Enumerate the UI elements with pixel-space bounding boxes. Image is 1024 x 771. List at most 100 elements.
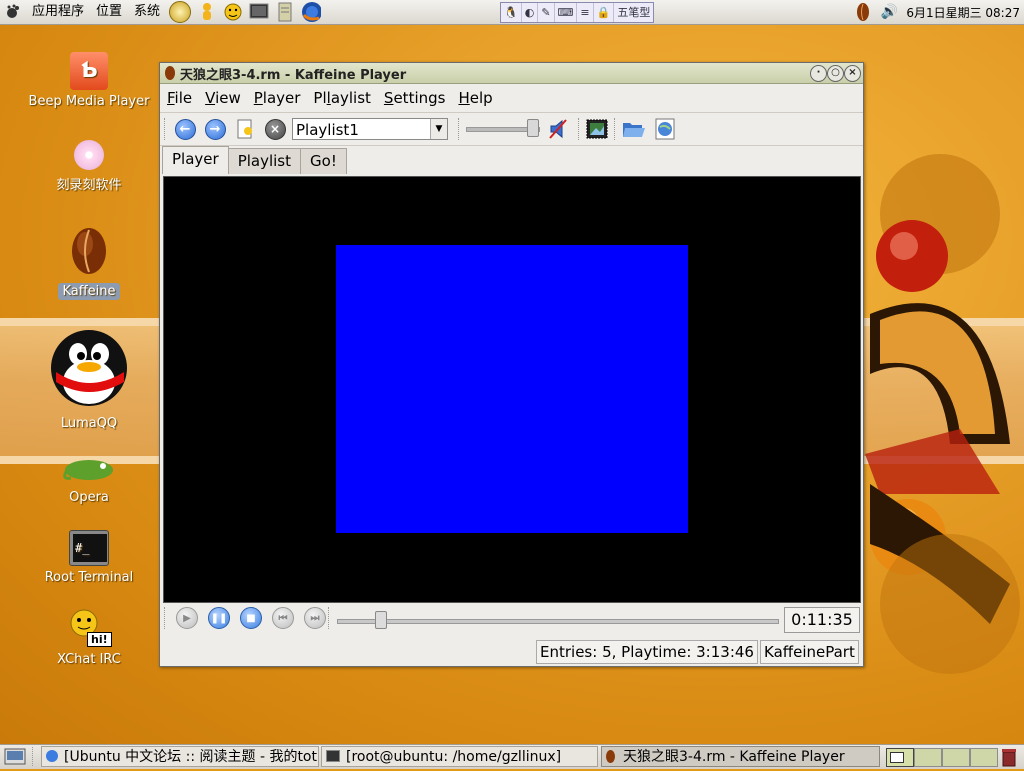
desktop-icon-lumaqq[interactable]: LumaQQ	[19, 324, 159, 431]
menu-places[interactable]: 位置	[90, 0, 128, 24]
globe-document-icon	[655, 118, 675, 140]
desktop-icon-label: Kaffeine	[58, 283, 120, 300]
open-file-button[interactable]	[622, 119, 646, 143]
skip-back-icon: ⏮	[278, 612, 288, 624]
desktop-icon-root-terminal[interactable]: #_ Root Terminal	[19, 530, 159, 585]
trash-icon	[1002, 749, 1016, 767]
menu-view[interactable]: View	[198, 89, 247, 107]
associate-toggle-icon[interactable]: ≡	[577, 3, 594, 22]
kaffeine-bean-icon[interactable]	[164, 65, 176, 81]
elapsed-time[interactable]: 0:11:35	[784, 607, 860, 633]
volume-mute-button[interactable]	[548, 118, 568, 144]
soft-keyboard-icon[interactable]: ⌨	[555, 3, 578, 22]
video-area[interactable]	[163, 176, 861, 603]
tab-player[interactable]: Player	[162, 146, 229, 174]
play-icon: ▶	[183, 612, 191, 624]
fullscreen-button[interactable]	[586, 118, 608, 144]
desktop-icon-cd-burner[interactable]: 刻录刻软件	[19, 140, 159, 193]
lock-icon[interactable]: 🔒	[594, 3, 615, 22]
workspace-2[interactable]	[914, 748, 942, 767]
volume-slider-handle[interactable]	[526, 119, 539, 137]
panel-separator	[32, 747, 35, 766]
menu-settings[interactable]: Settings	[377, 89, 452, 107]
text-editor-icon[interactable]	[275, 2, 295, 22]
previous-button[interactable]: ⏮	[272, 607, 294, 629]
minimize-icon[interactable]: ·	[810, 65, 827, 82]
window-titlebar[interactable]: 天狼之眼3-4.rm - Kaffeine Player · ○ ×	[160, 63, 863, 84]
pause-button[interactable]: ❚❚	[208, 607, 230, 629]
gaim-icon[interactable]	[197, 2, 217, 22]
penguin-icon	[19, 324, 159, 412]
bmp-icon: Ƅ	[70, 52, 108, 90]
penguin-icon[interactable]: 🐧	[501, 3, 522, 22]
help-icon[interactable]	[169, 1, 192, 23]
bottom-panel: [Ubuntu 中文论坛 :: 阅读主题 - 我的tot··· [root@ub…	[0, 744, 1024, 769]
desktop-icon-bmp[interactable]: Ƅ Beep Media Player	[19, 52, 159, 109]
desktop-icon-kaffeine[interactable]: Kaffeine	[19, 226, 159, 300]
input-method-bar: 🐧 ◐ ✎ ⌨ ≡ 🔒 五笔型	[500, 2, 655, 23]
fullscreen-icon	[586, 119, 608, 139]
punctuation-toggle-icon[interactable]: ✎	[538, 3, 555, 22]
fullwidth-toggle-icon[interactable]: ◐	[522, 3, 539, 22]
stop-button[interactable]: ■	[240, 607, 262, 629]
new-document-icon	[237, 119, 252, 139]
firefox-icon[interactable]	[301, 2, 322, 22]
kaffeine-bean-icon	[606, 750, 615, 763]
tab-playlist[interactable]: Playlist	[227, 148, 302, 174]
desktop-icon-label: Opera	[69, 490, 109, 505]
desktop-icon-xchat[interactable]: hi! XChat IRC	[19, 608, 159, 667]
volume-icon[interactable]: 🔊	[879, 2, 899, 22]
remove-playlist-button[interactable]: ×	[264, 118, 286, 140]
video-frame	[336, 245, 688, 533]
terminal-icon[interactable]	[249, 2, 269, 22]
chevron-down-icon[interactable]: ▼	[430, 119, 447, 139]
trash-button[interactable]	[1000, 747, 1018, 771]
xchat-face-icon[interactable]	[223, 2, 243, 22]
next-button[interactable]: ⏭	[304, 607, 326, 629]
menu-player[interactable]: Player	[247, 89, 307, 107]
tab-bar: Player Playlist Go!	[160, 146, 863, 174]
menu-playlist[interactable]: Pllaylist	[306, 89, 377, 107]
menu-file[interactable]: File	[160, 89, 198, 107]
input-method-name[interactable]: 五笔型	[614, 3, 653, 22]
workspace-1[interactable]	[886, 748, 914, 767]
gnome-foot-icon[interactable]	[0, 4, 26, 20]
task-label: [root@ubuntu: /home/gzllinux]	[346, 749, 562, 765]
close-icon[interactable]: ×	[844, 65, 861, 82]
pause-icon: ❚❚	[210, 612, 228, 624]
status-part: KaffeinePart	[760, 640, 859, 664]
skip-forward-icon: ⏭	[310, 612, 320, 624]
seek-slider-handle[interactable]	[375, 611, 388, 629]
desktop-icon-label: Beep Media Player	[28, 94, 150, 109]
forward-button[interactable]: →	[204, 118, 226, 140]
back-button[interactable]: ←	[174, 118, 196, 140]
kaffeine-window: 天狼之眼3-4.rm - Kaffeine Player · ○ × File …	[159, 62, 864, 667]
open-url-button[interactable]	[654, 118, 676, 144]
maximize-icon[interactable]: ○	[827, 65, 844, 82]
menu-bar: File View Player Pllaylist Settings Help	[160, 84, 863, 113]
system-tray: 🔊 6月1日星期三 08:27	[850, 0, 1024, 24]
desktop-icon-label: LumaQQ	[60, 416, 118, 431]
speaker-icon	[549, 119, 567, 139]
taskbar-item-kaffeine[interactable]: 天狼之眼3-4.rm - Kaffeine Player	[601, 746, 880, 767]
new-playlist-button[interactable]	[234, 118, 256, 140]
menu-system[interactable]: 系统	[128, 0, 166, 24]
workspace-3[interactable]	[942, 748, 970, 767]
toolbar-handle[interactable]	[164, 607, 167, 629]
terminal-icon: #_	[69, 530, 109, 566]
menu-applications[interactable]: 应用程序	[26, 0, 90, 24]
workspace-4[interactable]	[970, 748, 998, 767]
seek-slider[interactable]	[337, 619, 779, 624]
kaffeine-bean-icon[interactable]	[853, 2, 873, 22]
panel-clock[interactable]: 6月1日星期三 08:27	[902, 4, 1024, 21]
toolbar-handle[interactable]	[164, 118, 167, 140]
play-button[interactable]: ▶	[176, 607, 198, 629]
playback-controls: ▶ ❚❚ ■ ⏮ ⏭ 0:11:35	[160, 603, 863, 633]
taskbar-item-firefox[interactable]: [Ubuntu 中文论坛 :: 阅读主题 - 我的tot···	[41, 746, 319, 767]
desktop-icon-opera[interactable]: Opera	[19, 456, 159, 505]
taskbar-item-terminal[interactable]: [root@ubuntu: /home/gzllinux]	[321, 746, 598, 767]
playlist-select[interactable]: Playlist1 ▼	[292, 118, 448, 140]
show-desktop-button[interactable]	[4, 748, 26, 769]
tab-go[interactable]: Go!	[300, 148, 347, 174]
menu-help[interactable]: Help	[451, 89, 498, 107]
